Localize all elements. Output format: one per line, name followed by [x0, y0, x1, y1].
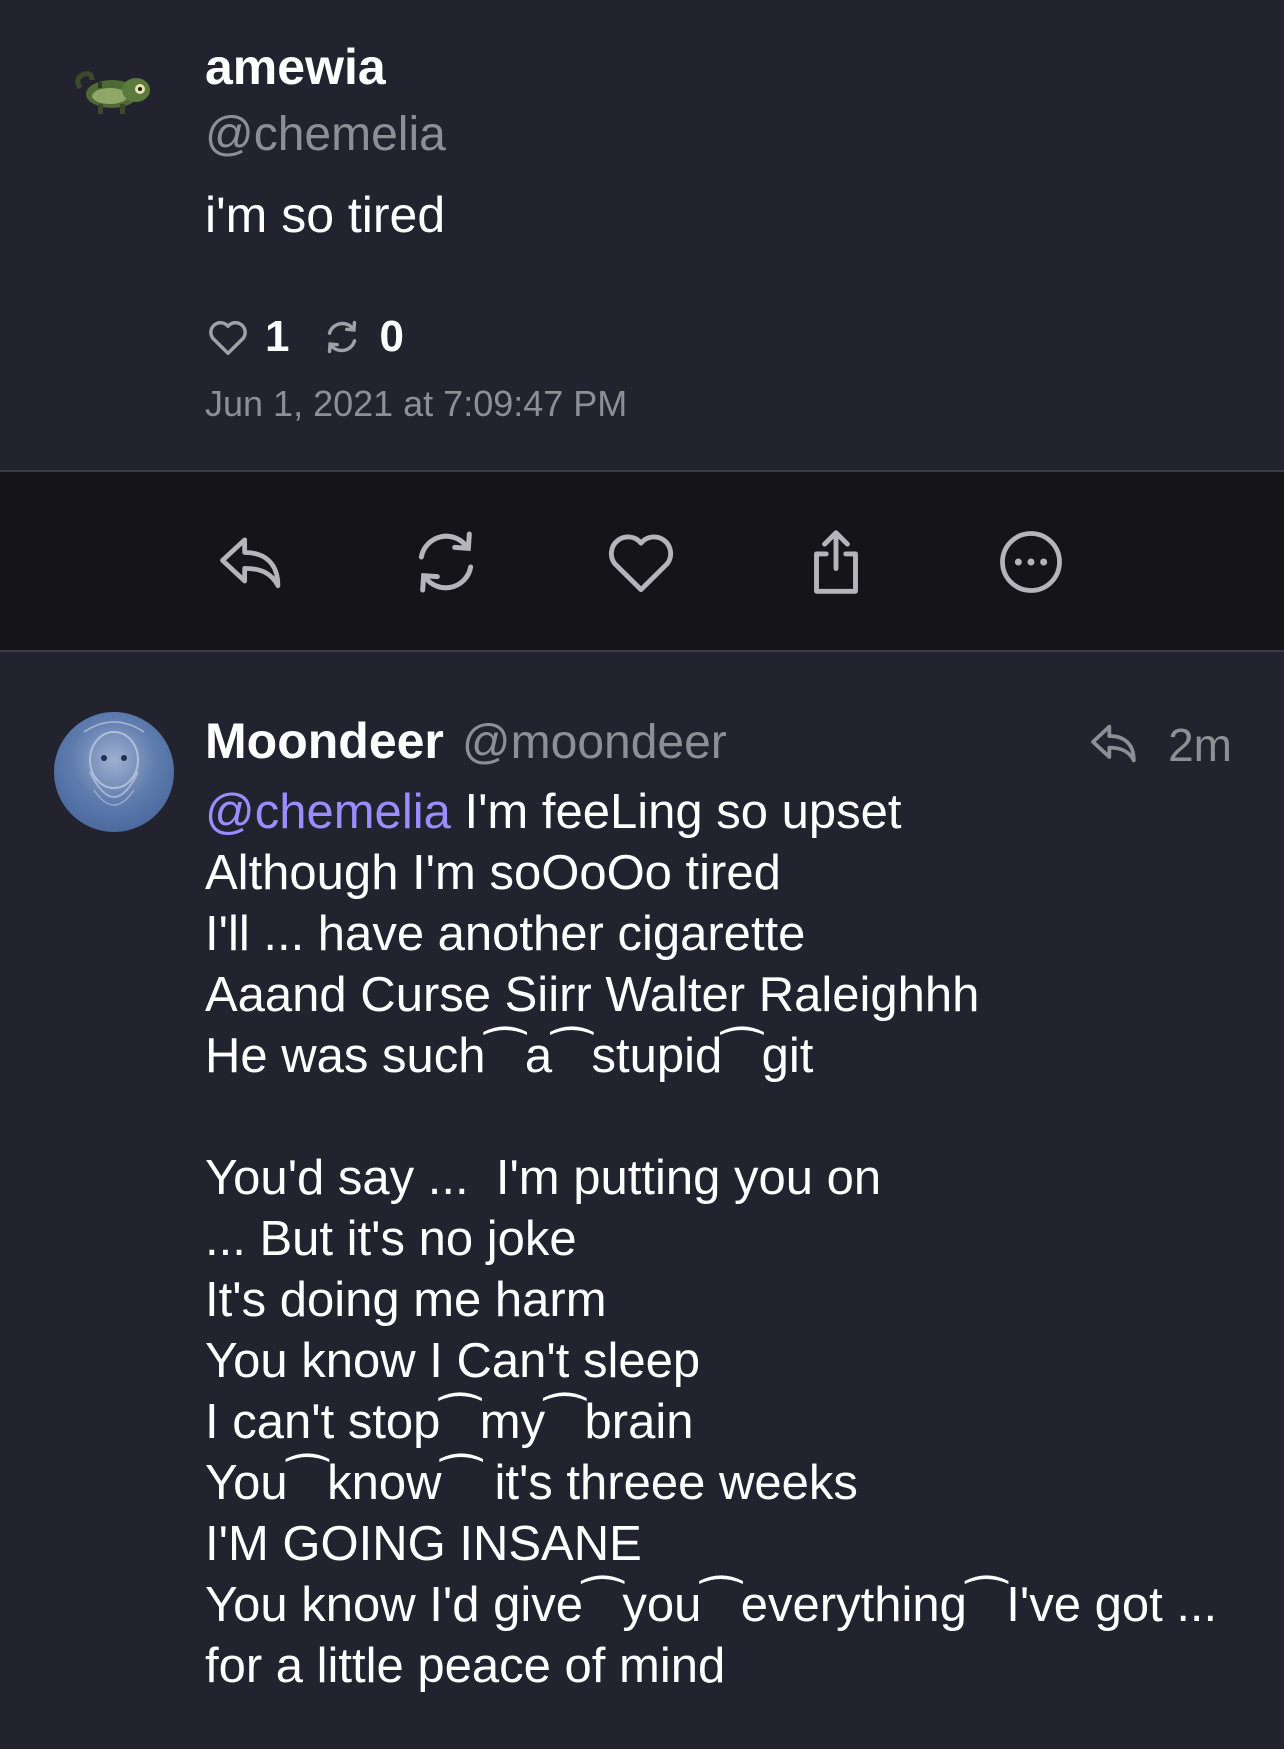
- heart-outline-icon: [205, 314, 251, 360]
- reply-avatar[interactable]: [54, 712, 174, 832]
- reply-button[interactable]: [211, 522, 291, 602]
- chameleon-avatar-icon[interactable]: [70, 58, 160, 128]
- main-post: amewia @chemelia i'm so tired 1 0 Jun 1,…: [0, 0, 1284, 470]
- more-options-button[interactable]: [991, 522, 1071, 602]
- more-icon: [1000, 531, 1062, 593]
- author-handle[interactable]: @chemelia: [205, 106, 446, 164]
- reply-header: Moondeer @moondeer: [205, 712, 727, 778]
- reply-first-line: I'm feeLing so upset: [450, 785, 902, 839]
- action-bar: [0, 470, 1284, 652]
- reply-meta: 2m: [1086, 712, 1232, 778]
- reply-time: 2m: [1168, 719, 1232, 771]
- share-icon: [814, 530, 858, 594]
- reply-author-handle[interactable]: @moondeer: [462, 715, 727, 770]
- reply-lyrics: Although I'm soOoOo tired I'll ... have …: [205, 846, 1218, 1693]
- repost-icon: [418, 531, 474, 593]
- mention-link[interactable]: @chemelia: [205, 785, 451, 839]
- post-stats: 1 0: [205, 305, 434, 369]
- likes-count[interactable]: 1: [265, 312, 289, 362]
- reply-icon: [220, 537, 281, 589]
- heart-icon: [608, 534, 674, 593]
- post-text: i'm so tired: [205, 187, 446, 243]
- post-timestamp: Jun 1, 2021 at 7:09:47 PM: [205, 383, 628, 424]
- share-button[interactable]: [796, 522, 876, 602]
- author-name[interactable]: amewia: [205, 38, 386, 96]
- thread-view: amewia @chemelia i'm so tired 1 0 Jun 1,…: [0, 0, 1284, 1749]
- reply-text: @chemelia I'm feeLing so upset Although …: [205, 782, 1245, 1697]
- reply-indicator-icon: [1086, 715, 1142, 776]
- reposts-count[interactable]: 0: [379, 312, 403, 362]
- repost-icon: [319, 314, 365, 360]
- repost-button[interactable]: [406, 522, 486, 602]
- like-button[interactable]: [601, 522, 681, 602]
- reply-author-name[interactable]: Moondeer: [205, 712, 444, 770]
